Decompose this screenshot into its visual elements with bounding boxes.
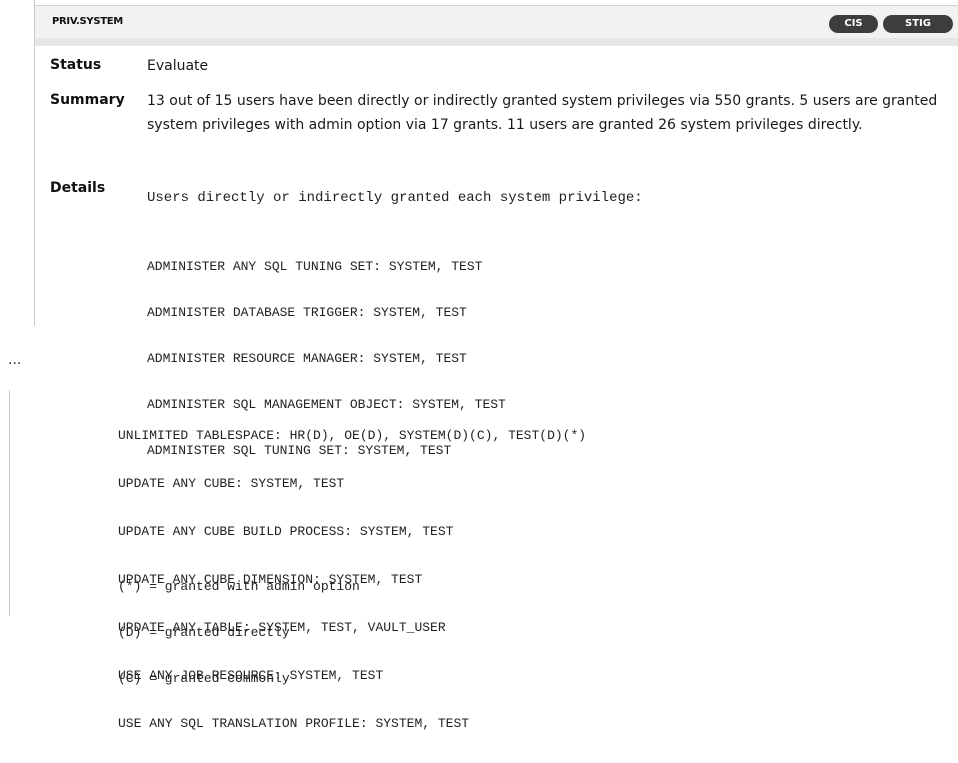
finding-header: PRIV.SYSTEM CIS STIG [35, 5, 958, 40]
details-label: Details [50, 180, 106, 196]
grant-legend: (*) = granted with admin option (D) = gr… [118, 549, 360, 717]
status-value: Evaluate [147, 58, 209, 74]
legend-line: (D) = granted directly [118, 625, 290, 640]
privilege-line: USE ANY SQL TRANSLATION PROFILE: SYSTEM,… [118, 716, 470, 731]
finding-panel-bottom: UNLIMITED TABLESPACE: HR(D), OE(D), SYST… [9, 390, 958, 731]
finding-panel-top: PRIV.SYSTEM CIS STIG Status Evaluate Sum… [34, 0, 958, 458]
privilege-line: ADMINISTER ANY SQL TUNING SET: SYSTEM, T… [147, 259, 483, 274]
details-intro: Users directly or indirectly granted eac… [147, 190, 643, 206]
cis-tag: CIS [829, 15, 878, 33]
summary-value: 13 out of 15 users have been directly or… [147, 93, 938, 133]
privilege-line: UPDATE ANY CUBE BUILD PROCESS: SYSTEM, T… [118, 524, 454, 539]
omitted-content-ellipsis: ... [8, 352, 22, 368]
header-divider [35, 38, 958, 46]
stig-tag: STIG [883, 15, 953, 33]
privilege-line: ADMINISTER DATABASE TRIGGER: SYSTEM, TES… [147, 305, 467, 320]
privilege-line: UNLIMITED TABLESPACE: HR(D), OE(D), SYST… [118, 428, 587, 443]
summary-label: Summary [50, 92, 125, 108]
finding-title: PRIV.SYSTEM [52, 16, 123, 27]
legend-line: (C) = granted commonly [118, 671, 290, 686]
privilege-line: ADMINISTER RESOURCE MANAGER: SYSTEM, TES… [147, 351, 467, 366]
privilege-line: UPDATE ANY CUBE: SYSTEM, TEST [118, 476, 345, 491]
legend-line: (*) = granted with admin option [118, 579, 360, 594]
status-label: Status [50, 57, 102, 73]
